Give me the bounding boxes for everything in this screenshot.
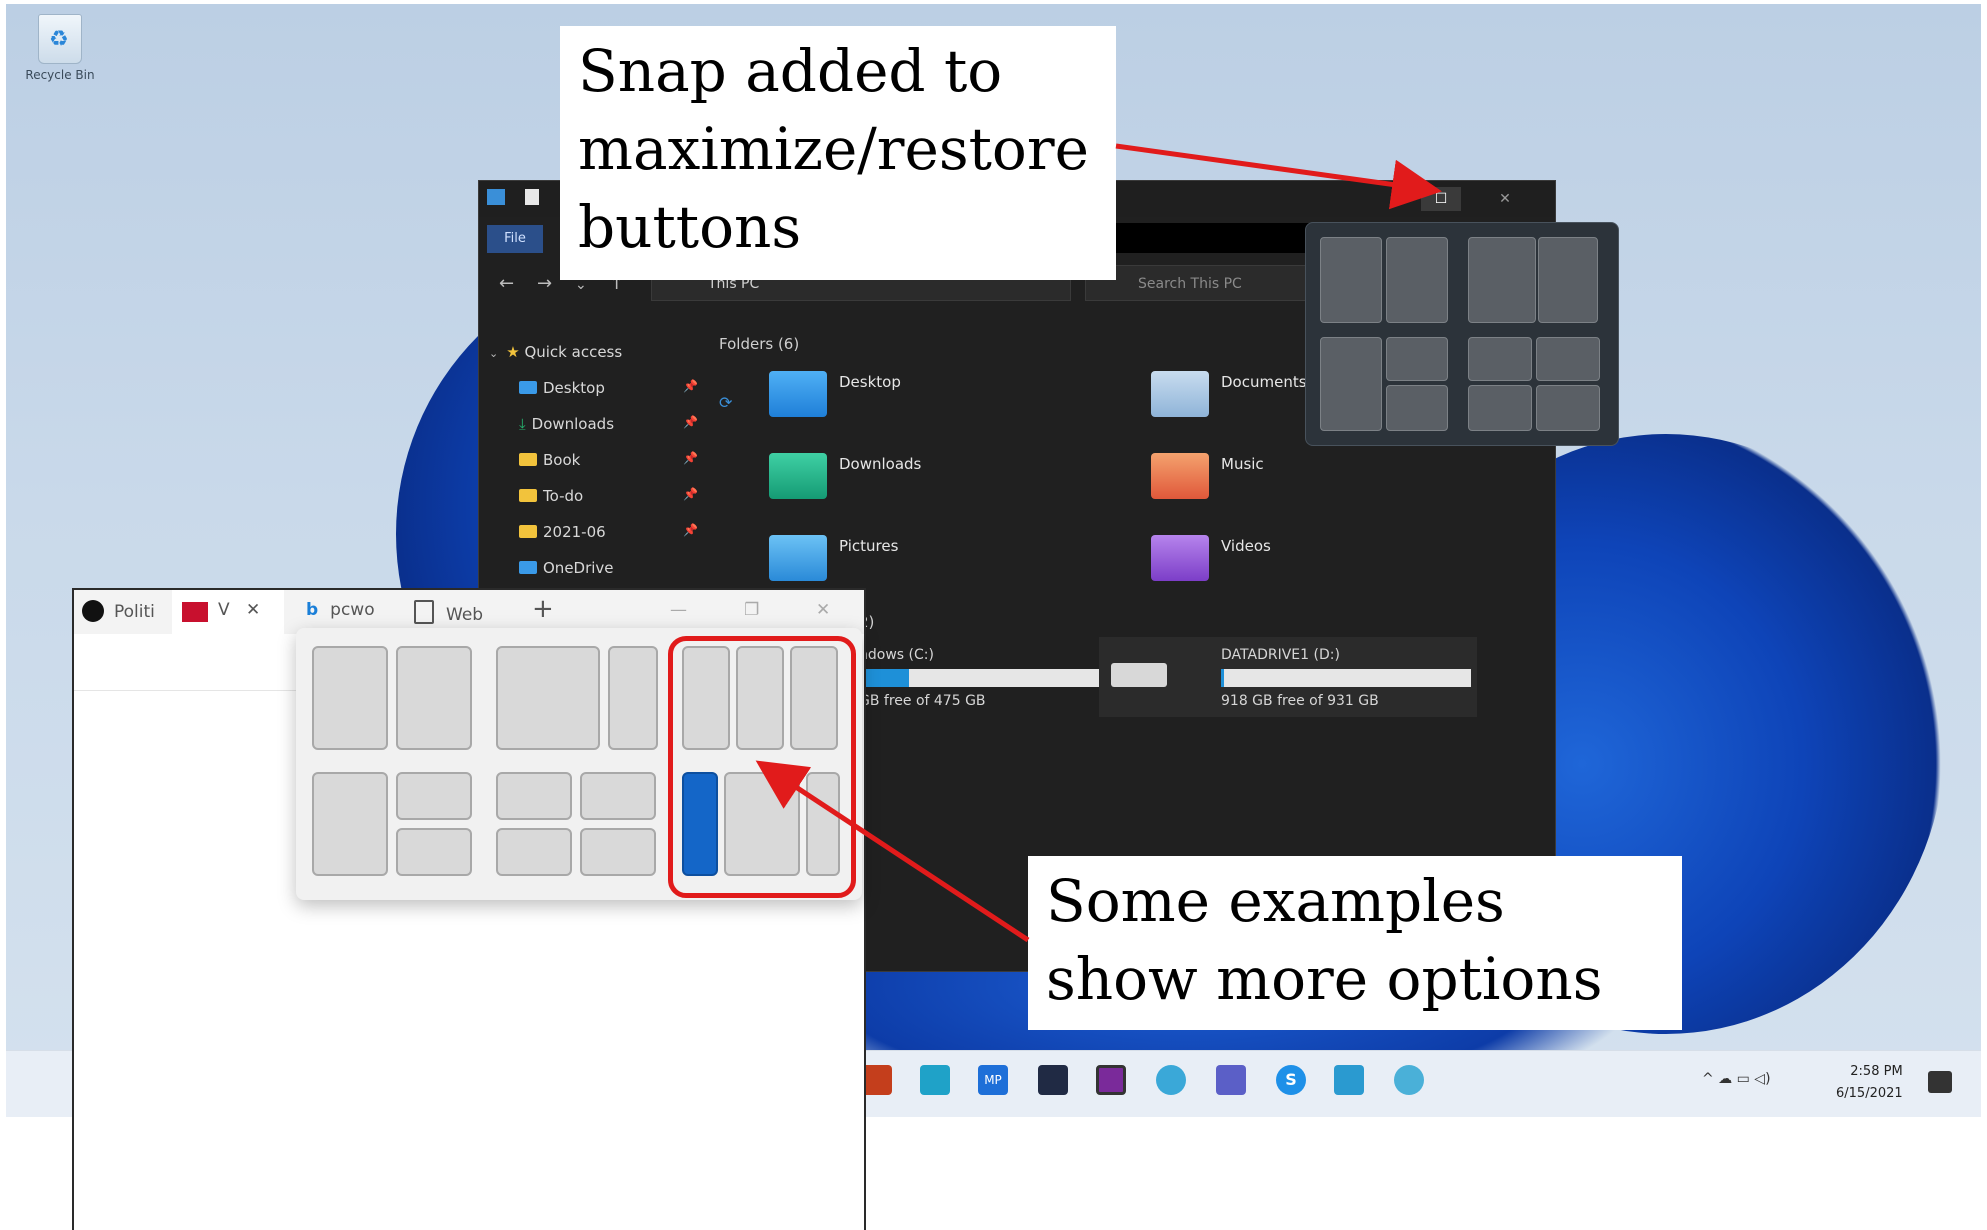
annotation-arrows — [755, 143, 1442, 943]
arrow-to-snap-options — [755, 760, 1030, 943]
arrow-to-maximize — [1115, 143, 1442, 210]
